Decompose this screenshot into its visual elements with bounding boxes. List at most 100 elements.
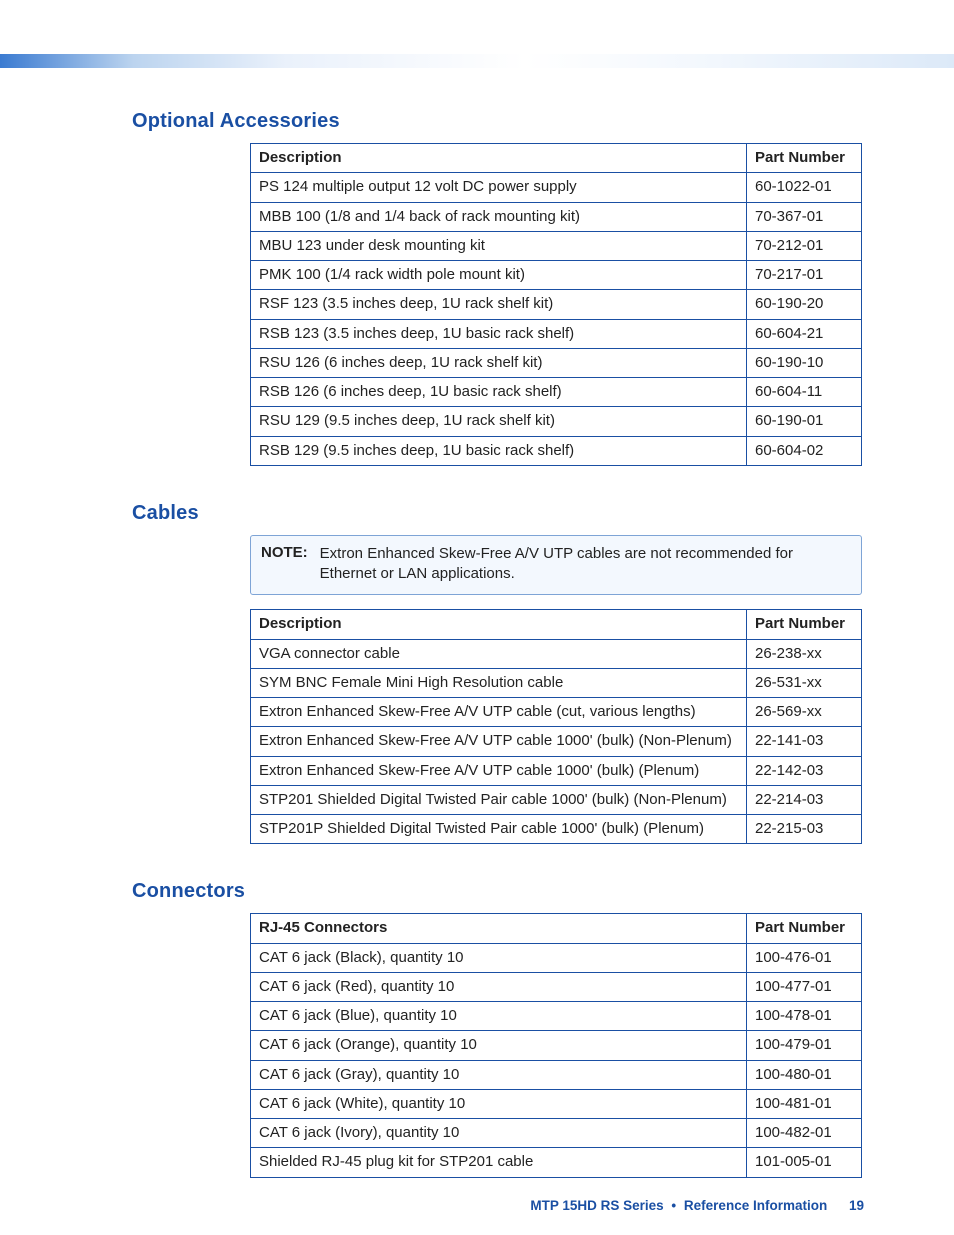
cell-part-number: 26-531-xx (747, 668, 862, 697)
footer-page-number: 19 (849, 1198, 864, 1213)
tbody-connectors: CAT 6 jack (Black), quantity 10 100-476-… (251, 943, 862, 1177)
table-row: Shielded RJ-45 plug kit for STP201 cable… (251, 1148, 862, 1177)
table-wrap-connectors: RJ-45 Connectors Part Number CAT 6 jack … (250, 913, 862, 1177)
tbody-accessories: PS 124 multiple output 12 volt DC power … (251, 173, 862, 466)
cell-part-number: 70-212-01 (747, 231, 862, 260)
table-header-row: RJ-45 Connectors Part Number (251, 914, 862, 943)
col-description: Description (251, 144, 747, 173)
cell-part-number: 22-141-03 (747, 727, 862, 756)
heading-accessories: Optional Accessories (132, 110, 862, 133)
cell-part-number: 100-479-01 (747, 1031, 862, 1060)
table-row: STP201P Shielded Digital Twisted Pair ca… (251, 815, 862, 844)
cell-description: Extron Enhanced Skew-Free A/V UTP cable … (251, 698, 747, 727)
footer-section: Reference Information (684, 1198, 827, 1213)
table-row: RSB 126 (6 inches deep, 1U basic rack sh… (251, 378, 862, 407)
cell-description: RSB 129 (9.5 inches deep, 1U basic rack … (251, 436, 747, 465)
table-row: RSU 126 (6 inches deep, 1U rack shelf ki… (251, 348, 862, 377)
cell-part-number: 100-476-01 (747, 943, 862, 972)
cell-part-number: 60-604-02 (747, 436, 862, 465)
table-accessories: Description Part Number PS 124 multiple … (250, 143, 862, 466)
page: Optional Accessories Description Part Nu… (0, 0, 954, 1235)
table-cables: Description Part Number VGA connector ca… (250, 609, 862, 844)
cell-part-number: 70-217-01 (747, 261, 862, 290)
cell-description: Shielded RJ-45 plug kit for STP201 cable (251, 1148, 747, 1177)
cell-description: RSB 126 (6 inches deep, 1U basic rack sh… (251, 378, 747, 407)
table-row: MBB 100 (1/8 and 1/4 back of rack mounti… (251, 202, 862, 231)
page-footer: MTP 15HD RS Series • Reference Informati… (530, 1198, 864, 1213)
table-row: Extron Enhanced Skew-Free A/V UTP cable … (251, 756, 862, 785)
col-part-number: Part Number (747, 144, 862, 173)
table-row: Extron Enhanced Skew-Free A/V UTP cable … (251, 727, 862, 756)
cell-description: Extron Enhanced Skew-Free A/V UTP cable … (251, 727, 747, 756)
table-connectors: RJ-45 Connectors Part Number CAT 6 jack … (250, 913, 862, 1177)
col-part-number: Part Number (747, 914, 862, 943)
table-row: RSB 129 (9.5 inches deep, 1U basic rack … (251, 436, 862, 465)
cell-part-number: 22-142-03 (747, 756, 862, 785)
cell-description: CAT 6 jack (Red), quantity 10 (251, 972, 747, 1001)
cell-part-number: 22-214-03 (747, 785, 862, 814)
footer-separator: • (671, 1198, 676, 1213)
cell-description: RSU 129 (9.5 inches deep, 1U rack shelf … (251, 407, 747, 436)
heading-cables: Cables (132, 502, 862, 525)
cell-part-number: 100-477-01 (747, 972, 862, 1001)
cell-part-number: 60-604-11 (747, 378, 862, 407)
cell-part-number: 70-367-01 (747, 202, 862, 231)
cell-description: SYM BNC Female Mini High Resolution cabl… (251, 668, 747, 697)
cell-description: RSU 126 (6 inches deep, 1U rack shelf ki… (251, 348, 747, 377)
table-wrap-accessories: Description Part Number PS 124 multiple … (250, 143, 862, 466)
cell-description: CAT 6 jack (Blue), quantity 10 (251, 1002, 747, 1031)
table-row: SYM BNC Female Mini High Resolution cabl… (251, 668, 862, 697)
cell-part-number: 100-478-01 (747, 1002, 862, 1031)
tbody-cables: VGA connector cable 26-238-xx SYM BNC Fe… (251, 639, 862, 844)
cell-description: VGA connector cable (251, 639, 747, 668)
cell-part-number: 22-215-03 (747, 815, 862, 844)
table-row: CAT 6 jack (Red), quantity 10 100-477-01 (251, 972, 862, 1001)
table-row: CAT 6 jack (Ivory), quantity 10 100-482-… (251, 1119, 862, 1148)
cell-description: CAT 6 jack (White), quantity 10 (251, 1089, 747, 1118)
cell-description: Extron Enhanced Skew-Free A/V UTP cable … (251, 756, 747, 785)
table-row: MBU 123 under desk mounting kit 70-212-0… (251, 231, 862, 260)
cell-description: PMK 100 (1/4 rack width pole mount kit) (251, 261, 747, 290)
cell-description: MBB 100 (1/8 and 1/4 back of rack mounti… (251, 202, 747, 231)
note-text: Extron Enhanced Skew-Free A/V UTP cables… (320, 544, 851, 585)
table-row: CAT 6 jack (Orange), quantity 10 100-479… (251, 1031, 862, 1060)
table-row: RSF 123 (3.5 inches deep, 1U rack shelf … (251, 290, 862, 319)
cell-part-number: 60-190-10 (747, 348, 862, 377)
cell-part-number: 60-1022-01 (747, 173, 862, 202)
table-row: RSU 129 (9.5 inches deep, 1U rack shelf … (251, 407, 862, 436)
cell-description: RSF 123 (3.5 inches deep, 1U rack shelf … (251, 290, 747, 319)
heading-connectors: Connectors (132, 880, 862, 903)
cell-description: CAT 6 jack (Black), quantity 10 (251, 943, 747, 972)
col-part-number: Part Number (747, 610, 862, 639)
col-description: Description (251, 610, 747, 639)
table-row: CAT 6 jack (Gray), quantity 10 100-480-0… (251, 1060, 862, 1089)
cell-description: PS 124 multiple output 12 volt DC power … (251, 173, 747, 202)
header-gradient (0, 54, 954, 68)
cell-part-number: 60-190-20 (747, 290, 862, 319)
cell-description: RSB 123 (3.5 inches deep, 1U basic rack … (251, 319, 747, 348)
cell-description: STP201 Shielded Digital Twisted Pair cab… (251, 785, 747, 814)
cell-description: CAT 6 jack (Orange), quantity 10 (251, 1031, 747, 1060)
table-header-row: Description Part Number (251, 144, 862, 173)
cell-part-number: 26-569-xx (747, 698, 862, 727)
cell-description: CAT 6 jack (Ivory), quantity 10 (251, 1119, 747, 1148)
cell-part-number: 101-005-01 (747, 1148, 862, 1177)
note-label: NOTE: (261, 544, 308, 585)
cell-part-number: 60-604-21 (747, 319, 862, 348)
cell-description: CAT 6 jack (Gray), quantity 10 (251, 1060, 747, 1089)
cell-description: STP201P Shielded Digital Twisted Pair ca… (251, 815, 747, 844)
table-row: RSB 123 (3.5 inches deep, 1U basic rack … (251, 319, 862, 348)
footer-series: MTP 15HD RS Series (530, 1198, 663, 1213)
content-area: Optional Accessories Description Part Nu… (132, 110, 862, 1214)
cell-part-number: 100-480-01 (747, 1060, 862, 1089)
col-description: RJ-45 Connectors (251, 914, 747, 943)
cell-part-number: 100-481-01 (747, 1089, 862, 1118)
table-row: Extron Enhanced Skew-Free A/V UTP cable … (251, 698, 862, 727)
table-row: CAT 6 jack (Black), quantity 10 100-476-… (251, 943, 862, 972)
table-row: CAT 6 jack (White), quantity 10 100-481-… (251, 1089, 862, 1118)
cell-part-number: 60-190-01 (747, 407, 862, 436)
table-row: PMK 100 (1/4 rack width pole mount kit) … (251, 261, 862, 290)
table-row: CAT 6 jack (Blue), quantity 10 100-478-0… (251, 1002, 862, 1031)
table-row: STP201 Shielded Digital Twisted Pair cab… (251, 785, 862, 814)
cell-description: MBU 123 under desk mounting kit (251, 231, 747, 260)
